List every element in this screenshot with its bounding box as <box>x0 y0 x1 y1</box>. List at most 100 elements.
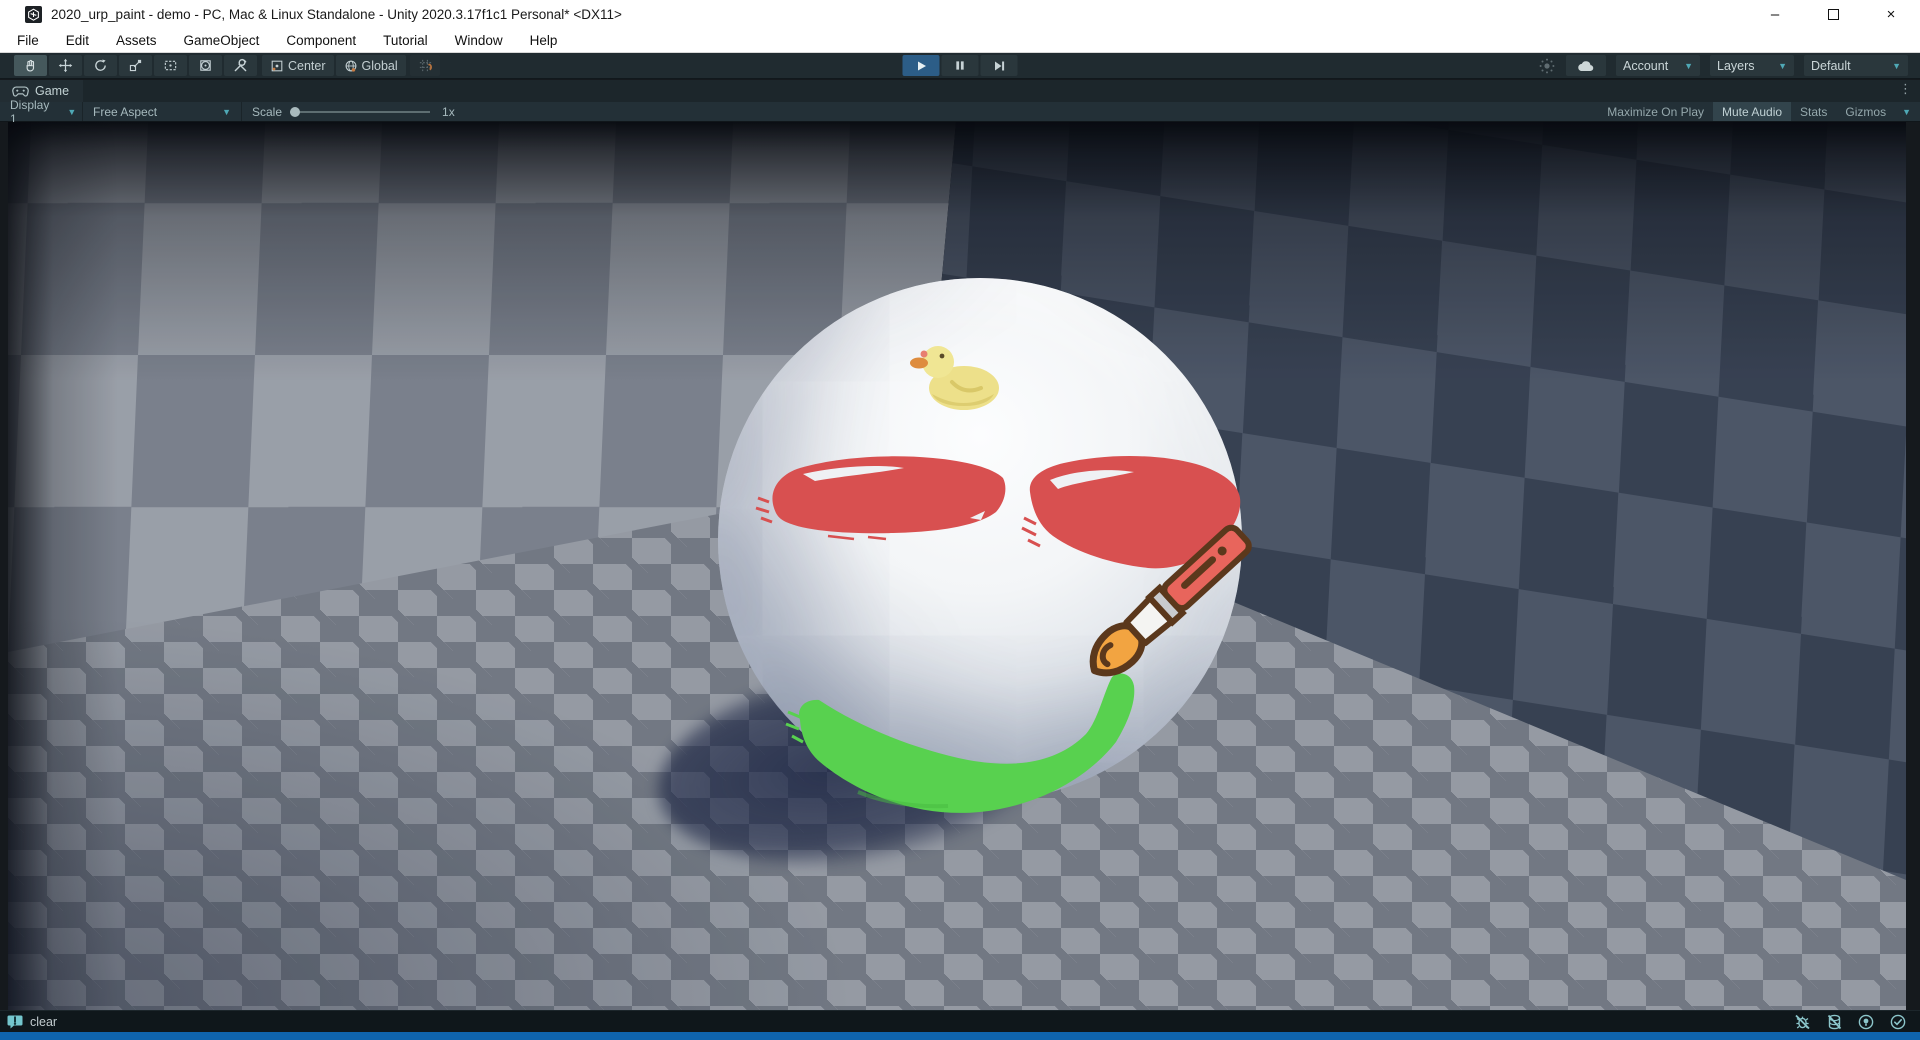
debug-mode-button[interactable] <box>1790 1013 1814 1031</box>
menu-component[interactable]: Component <box>286 33 356 48</box>
move-tool-button[interactable] <box>49 55 82 76</box>
gizmos-label: Gizmos <box>1845 105 1886 119</box>
layout-dropdown[interactable]: Default ▼ <box>1804 55 1908 76</box>
menu-gameobject[interactable]: GameObject <box>184 33 260 48</box>
main-toolbar: Center Global Account ▼ Laye <box>0 53 1920 79</box>
pause-button[interactable] <box>942 55 979 76</box>
pause-icon <box>955 60 966 71</box>
scale-slider-knob[interactable] <box>290 107 300 117</box>
layout-dropdown-label: Default <box>1811 59 1851 73</box>
game-control-bar: Display 1 ▼ Free Aspect ▼ Scale 1x Maxim… <box>0 102 1920 122</box>
close-icon: × <box>1887 6 1896 23</box>
gizmos-dropdown[interactable]: Gizmos ▼ <box>1836 102 1920 121</box>
cache-server-disabled-icon <box>1826 1014 1843 1030</box>
console-info-icon <box>7 1014 23 1029</box>
account-dropdown-label: Account <box>1623 59 1668 73</box>
pivot-toggle-button[interactable]: Center <box>262 55 334 76</box>
globe-icon <box>344 59 358 73</box>
check-circle-icon <box>1890 1014 1906 1030</box>
step-button[interactable] <box>981 55 1018 76</box>
pivot-center-icon <box>270 59 284 73</box>
status-bar: clear <box>0 1010 1920 1032</box>
display-dropdown[interactable]: Display 1 ▼ <box>0 102 82 121</box>
color-mode-icon[interactable] <box>1538 57 1556 75</box>
duck-decal <box>910 346 999 410</box>
cache-server-button[interactable] <box>1822 1013 1846 1031</box>
layers-dropdown-label: Layers <box>1717 59 1755 73</box>
auto-light-status-button[interactable] <box>1854 1013 1878 1031</box>
grid-snap-icon <box>418 58 433 73</box>
scale-icon <box>128 58 143 73</box>
custom-tool-button[interactable] <box>224 55 257 76</box>
minimize-icon: – <box>1771 6 1779 23</box>
orientation-toggle-label: Global <box>362 59 398 73</box>
account-dropdown[interactable]: Account ▼ <box>1616 55 1700 76</box>
chevron-down-icon: ▼ <box>1684 61 1693 71</box>
maximize-icon <box>1828 9 1839 20</box>
game-tab-row: Game ⋮ <box>0 80 1920 102</box>
menu-window[interactable]: Window <box>455 33 503 48</box>
maximize-on-play-label: Maximize On Play <box>1607 105 1704 119</box>
background-tasks-button[interactable] <box>1886 1013 1910 1031</box>
rect-icon <box>163 58 178 73</box>
chevron-down-icon: ▼ <box>67 107 76 117</box>
red-stroke-left <box>756 456 1005 539</box>
transform-tool-button[interactable] <box>189 55 222 76</box>
transform-icon <box>198 58 213 73</box>
scale-value: 1x <box>442 105 455 119</box>
chevron-down-icon: ▼ <box>1902 107 1911 117</box>
console-message-text: clear <box>30 1015 57 1029</box>
title-bar: 2020_urp_paint - demo - PC, Mac & Linux … <box>0 0 1920 28</box>
move-icon <box>58 58 73 73</box>
taskbar-strip <box>0 1032 1920 1040</box>
layers-dropdown[interactable]: Layers ▼ <box>1710 55 1794 76</box>
gamepad-icon <box>12 86 29 97</box>
step-icon <box>993 60 1005 72</box>
aspect-dropdown[interactable]: Free Aspect ▼ <box>83 102 241 121</box>
mute-audio-label: Mute Audio <box>1722 105 1782 119</box>
grid-snap-button[interactable] <box>410 55 440 76</box>
unity-logo-icon <box>25 6 42 23</box>
cloud-services-button[interactable] <box>1566 55 1606 76</box>
cloud-icon <box>1577 60 1595 72</box>
green-smile-stroke <box>786 674 1134 813</box>
maximize-on-play-toggle[interactable]: Maximize On Play <box>1598 102 1713 121</box>
menu-edit[interactable]: Edit <box>66 33 89 48</box>
panel-menu-icon[interactable]: ⋮ <box>1899 81 1912 97</box>
scale-label: Scale <box>252 105 282 119</box>
play-button[interactable] <box>903 55 940 76</box>
lightbulb-circle-icon <box>1858 1014 1874 1030</box>
game-viewport[interactable] <box>8 122 1906 1010</box>
menu-bar: File Edit Assets GameObject Component Tu… <box>0 28 1920 53</box>
menu-assets[interactable]: Assets <box>116 33 157 48</box>
rotate-tool-button[interactable] <box>84 55 117 76</box>
maximize-button[interactable] <box>1804 0 1862 28</box>
chevron-down-icon: ▼ <box>1778 61 1787 71</box>
paint-decals-layer <box>708 322 1268 842</box>
debug-disabled-icon <box>1794 1014 1811 1030</box>
close-button[interactable]: × <box>1862 0 1920 28</box>
wrench-icon <box>233 58 248 73</box>
tab-game-label: Game <box>35 84 69 98</box>
scale-slider[interactable] <box>290 111 430 113</box>
minimize-button[interactable]: – <box>1746 0 1804 28</box>
chevron-down-icon: ▼ <box>222 107 231 117</box>
window-title: 2020_urp_paint - demo - PC, Mac & Linux … <box>51 7 622 22</box>
pivot-toggle-label: Center <box>288 59 326 73</box>
view-tool-button[interactable] <box>14 55 47 76</box>
stats-toggle[interactable]: Stats <box>1791 102 1836 121</box>
orientation-toggle-button[interactable]: Global <box>336 55 406 76</box>
chevron-down-icon: ▼ <box>1892 61 1901 71</box>
play-icon <box>915 60 927 72</box>
mute-audio-toggle[interactable]: Mute Audio <box>1713 102 1791 121</box>
stats-label: Stats <box>1800 105 1827 119</box>
aspect-dropdown-label: Free Aspect <box>93 105 157 119</box>
menu-tutorial[interactable]: Tutorial <box>383 33 428 48</box>
menu-file[interactable]: File <box>17 33 39 48</box>
scale-tool-button[interactable] <box>119 55 152 76</box>
rect-tool-button[interactable] <box>154 55 187 76</box>
hand-icon <box>23 58 38 73</box>
rotate-icon <box>93 58 108 73</box>
console-message[interactable]: clear <box>7 1014 57 1029</box>
menu-help[interactable]: Help <box>530 33 558 48</box>
